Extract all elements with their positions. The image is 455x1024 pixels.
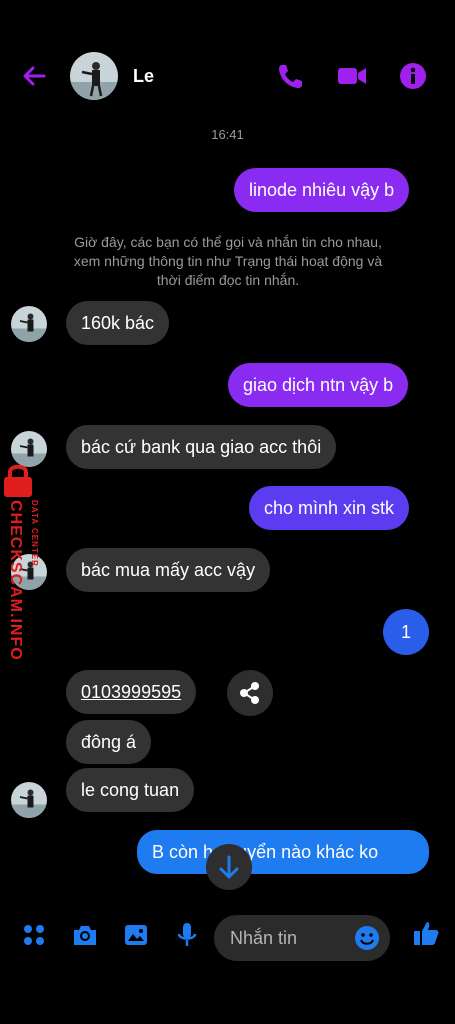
watermark-subtext: DATA CENTER <box>30 500 39 567</box>
message-input-placeholder: Nhắn tin <box>230 928 298 948</box>
phone-icon[interactable] <box>275 60 307 92</box>
emoji-icon[interactable] <box>354 925 380 951</box>
info-note: Giờ đây, các bạn có thể gọi và nhắn tin … <box>73 234 383 288</box>
like-icon[interactable] <box>412 919 440 947</box>
info-icon[interactable] <box>397 60 429 92</box>
composer-bar: Nhắn tin <box>0 905 455 967</box>
camera-icon[interactable] <box>71 921 99 949</box>
apps-icon[interactable] <box>20 921 48 949</box>
message-outgoing[interactable]: B còn h chuyển nào khác ko <box>137 830 429 874</box>
message-incoming-link[interactable]: 0103999595 <box>66 670 197 714</box>
microphone-icon[interactable] <box>173 921 201 949</box>
contact-avatar[interactable] <box>70 52 118 100</box>
watermark-text: CHECKSCAM.INFO <box>7 500 24 661</box>
share-icon <box>240 682 259 704</box>
contact-name[interactable]: Le <box>133 66 154 87</box>
scroll-down-button[interactable] <box>206 844 252 890</box>
message-outgoing[interactable]: giao dịch ntn vậy b <box>228 363 409 407</box>
video-icon[interactable] <box>336 60 368 92</box>
message-incoming[interactable]: đông á <box>66 720 152 764</box>
message-incoming[interactable]: bác cứ bank qua giao acc thôi <box>66 425 337 469</box>
message-input[interactable]: Nhắn tin <box>214 915 390 961</box>
share-button[interactable] <box>227 670 273 716</box>
sender-avatar[interactable] <box>11 306 47 342</box>
arrow-down-icon <box>219 855 239 879</box>
message-incoming[interactable]: bác mua mấy acc vậy <box>66 548 271 592</box>
sender-avatar[interactable] <box>11 782 47 818</box>
message-incoming[interactable]: 160k bác <box>66 301 170 345</box>
back-arrow-icon[interactable] <box>20 62 48 90</box>
message-outgoing[interactable]: cho mình xin stk <box>249 486 410 530</box>
message-outgoing[interactable]: linode nhiêu vậy b <box>234 168 410 212</box>
system-nav-area <box>0 967 455 1024</box>
message-incoming[interactable]: le cong tuan <box>66 768 195 812</box>
lock-icon <box>4 464 32 497</box>
image-icon[interactable] <box>122 921 150 949</box>
message-timestamp: 16:41 <box>211 127 244 142</box>
message-outgoing[interactable]: 1 <box>383 609 429 655</box>
